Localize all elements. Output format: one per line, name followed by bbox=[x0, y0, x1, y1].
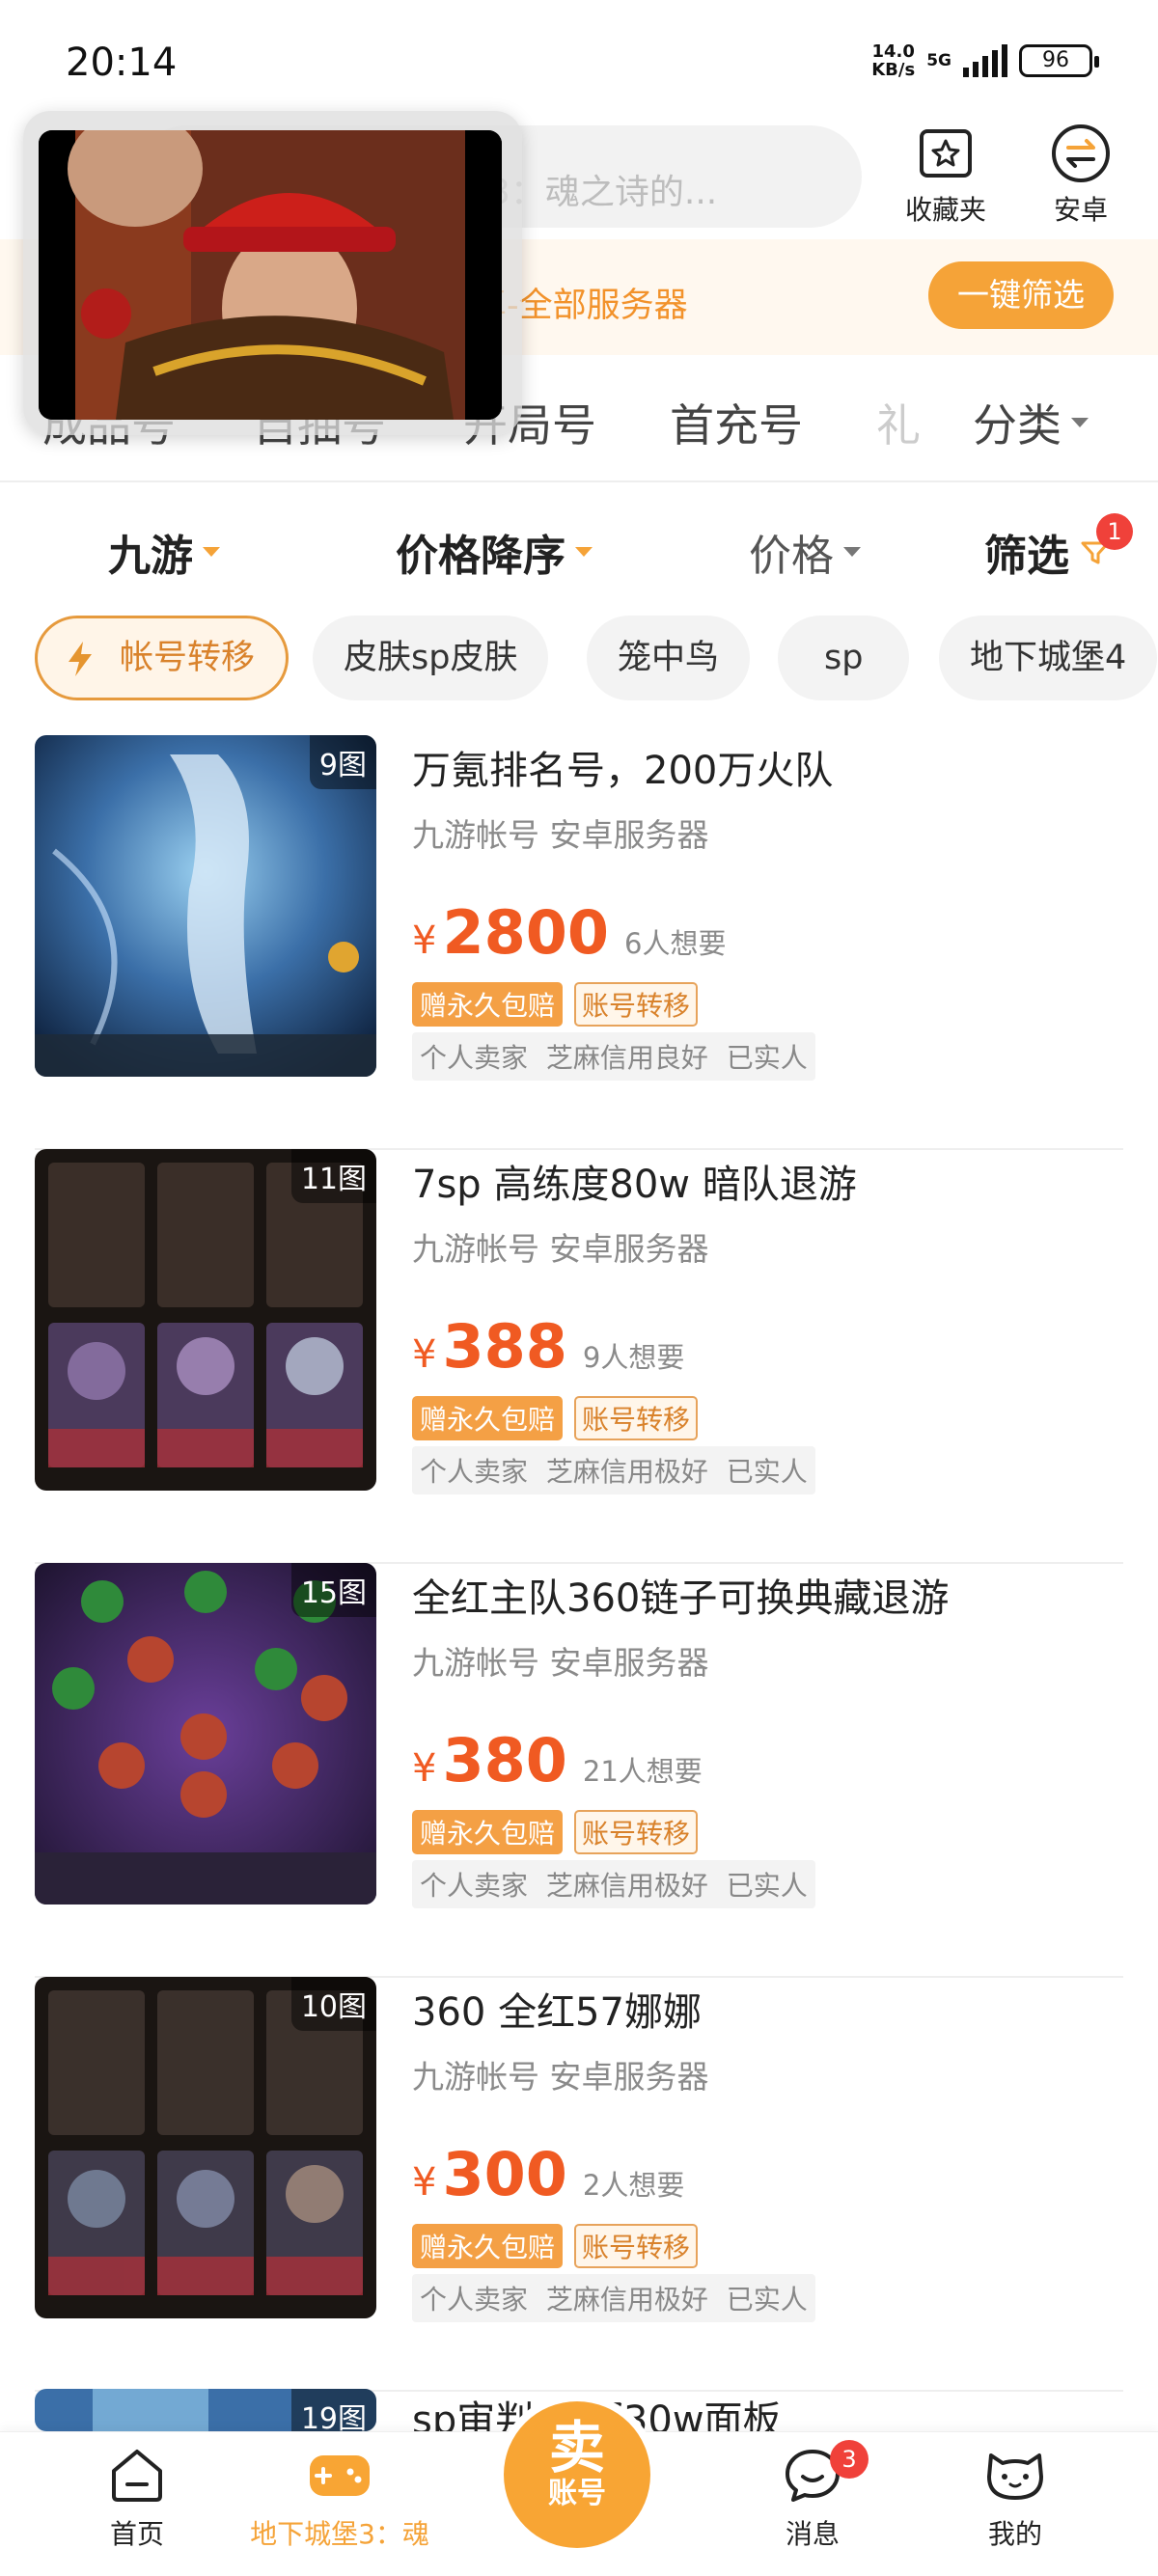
filter-sort[interactable]: 筛选 bbox=[984, 521, 1112, 583]
star-folder-icon bbox=[920, 129, 972, 178]
listing-title: 全红主队360链子可换典藏退游 bbox=[412, 1576, 950, 1621]
sell-account-button[interactable]: 卖 账号 bbox=[504, 2401, 650, 2548]
signal-icon bbox=[963, 44, 1007, 77]
video-frame bbox=[39, 130, 502, 420]
listing-subtitle: 九游帐号 安卓服务器 bbox=[412, 816, 709, 854]
category-dropdown[interactable]: 分类 bbox=[973, 391, 1089, 454]
image-count-badge: 15图 bbox=[290, 1563, 376, 1617]
listing-thumbnail: 10图 bbox=[35, 1977, 376, 2318]
transfer-tag: 账号转移 bbox=[574, 2224, 699, 2268]
listing-title: 360 全红57娜娜 bbox=[412, 1990, 702, 2035]
guarantee-tag: 赠永久包赔 bbox=[412, 2224, 564, 2268]
nav-messages[interactable]: 消息 3 bbox=[716, 2440, 909, 2552]
status-indicators: 14.0 KB/s 5G 96 bbox=[871, 41, 1099, 80]
lightning-icon bbox=[69, 642, 92, 676]
filter-count-badge: 1 bbox=[1096, 513, 1133, 550]
sort-bar: 九游 价格降序 价格 筛选 1 bbox=[0, 492, 1158, 608]
image-count-badge: 19图 bbox=[290, 2389, 376, 2431]
listing-item[interactable]: 11图 7sp 高练度80w 暗队退游 九游帐号 安卓服务器 ¥ 388 9人想… bbox=[0, 1149, 1158, 1564]
listing-subtitle: 九游帐号 安卓服务器 bbox=[412, 1644, 709, 1682]
listing-tags: 赠永久包赔 账号转移 bbox=[412, 982, 699, 1027]
listing-subtitle: 九游帐号 安卓服务器 bbox=[412, 2058, 709, 2096]
nav-game[interactable]: 地下城堡3：魂 bbox=[243, 2444, 436, 2552]
listing-item[interactable]: 10图 360 全红57娜娜 九游帐号 安卓服务器 ¥ 300 2人想要 赠永久… bbox=[0, 1977, 1158, 2392]
chip-dungeon-castle-4[interactable]: 地下城堡4 bbox=[939, 616, 1158, 700]
messages-badge: 3 bbox=[830, 2440, 868, 2479]
gamepad-icon bbox=[310, 2455, 370, 2496]
nav-mine-label: 我的 bbox=[987, 2518, 1042, 2550]
wants-count: 9人想要 bbox=[582, 1341, 685, 1374]
guarantee-tag: 赠永久包赔 bbox=[412, 982, 564, 1027]
platform-label: 安卓 bbox=[1053, 194, 1108, 226]
wants-count: 21人想要 bbox=[582, 1755, 703, 1788]
platform-sort[interactable]: 九游 bbox=[108, 521, 220, 583]
video-thumbnail bbox=[39, 130, 502, 420]
chip-skin[interactable]: 皮肤sp皮肤 bbox=[313, 616, 549, 700]
category-dropdown-label: 分类 bbox=[973, 399, 1062, 452]
nav-messages-label: 消息 bbox=[785, 2518, 840, 2550]
listing-price: ¥ 380 21人想要 bbox=[412, 1725, 703, 1795]
listing-item[interactable]: 9图 万氪排名号，200万火队 九游帐号 安卓服务器 ¥ 2800 6人想要 赠… bbox=[0, 735, 1158, 1150]
battery-icon: 96 bbox=[1019, 44, 1099, 77]
listing-title: 万氪排名号，200万火队 bbox=[412, 749, 834, 793]
tab-gift[interactable]: 礼 bbox=[876, 391, 921, 454]
seller-meta: 个人卖家 芝麻信用极好 已实人 bbox=[412, 2274, 815, 2322]
home-icon bbox=[112, 2450, 162, 2502]
price-sort[interactable]: 价格 bbox=[749, 521, 861, 583]
image-count-badge: 10图 bbox=[290, 1977, 376, 2031]
listing-price: ¥ 2800 6人想要 bbox=[412, 897, 727, 968]
switch-icon bbox=[1052, 124, 1110, 182]
caret-down-icon bbox=[203, 547, 220, 557]
listing-title: 7sp 高练度80w 暗队退游 bbox=[412, 1163, 857, 1207]
listing-thumbnail: 15图 bbox=[35, 1563, 376, 1905]
transfer-tag: 账号转移 bbox=[574, 1396, 699, 1440]
chip-sp[interactable]: sp bbox=[778, 616, 910, 700]
network-type: 5G bbox=[926, 51, 951, 70]
nav-mine[interactable]: 我的 bbox=[919, 2444, 1112, 2552]
listing-tags: 赠永久包赔 账号转移 bbox=[412, 1396, 699, 1440]
favorites-button[interactable]: 收藏夹 bbox=[888, 123, 1004, 228]
network-speed: 14.0 KB/s bbox=[871, 41, 916, 80]
seller-meta: 个人卖家 芝麻信用良好 已实人 bbox=[412, 1032, 815, 1081]
floating-video-player[interactable] bbox=[23, 111, 522, 435]
caret-down-icon bbox=[575, 547, 593, 557]
nav-home-label: 首页 bbox=[109, 2518, 164, 2550]
wants-count: 2人想要 bbox=[582, 2169, 685, 2202]
nav-home[interactable]: 首页 bbox=[41, 2444, 234, 2552]
chip-account-transfer[interactable]: 帐号转移 bbox=[35, 616, 290, 700]
listing-thumbnail: 11图 bbox=[35, 1149, 376, 1491]
listing-price: ¥ 300 2人想要 bbox=[412, 2139, 685, 2209]
listing-thumbnail: 19图 bbox=[35, 2389, 376, 2431]
transfer-tag: 账号转移 bbox=[574, 982, 699, 1027]
quick-filter-button[interactable]: 一键筛选 bbox=[928, 261, 1114, 329]
listing-tags: 赠永久包赔 账号转移 bbox=[412, 2224, 699, 2268]
price-order-sort[interactable]: 价格降序 bbox=[396, 521, 593, 583]
guarantee-tag: 赠永久包赔 bbox=[412, 1396, 564, 1440]
listing-price: ¥ 388 9人想要 bbox=[412, 1311, 685, 1382]
listing-tags: 赠永久包赔 账号转移 bbox=[412, 1810, 699, 1854]
caret-down-icon bbox=[843, 547, 861, 557]
favorites-label: 收藏夹 bbox=[904, 194, 986, 226]
quick-filter-chips: 帐号转移 皮肤sp皮肤 笼中鸟 sp 地下城堡4 bbox=[0, 614, 1158, 702]
listing-thumbnail: 9图 bbox=[35, 735, 376, 1077]
listing-item[interactable]: 15图 全红主队360链子可换典藏退游 九游帐号 安卓服务器 ¥ 380 21人… bbox=[0, 1563, 1158, 1978]
platform-switch-button[interactable]: 安卓 bbox=[1023, 123, 1139, 228]
image-count-badge: 11图 bbox=[290, 1149, 376, 1203]
bottom-nav: 首页 地下城堡3：魂 卖 账号 消息 3 我的 bbox=[0, 2401, 1158, 2576]
guarantee-tag: 赠永久包赔 bbox=[412, 1810, 564, 1854]
chevron-down-icon bbox=[1071, 418, 1089, 427]
seller-meta: 个人卖家 芝麻信用极好 已实人 bbox=[412, 1446, 815, 1494]
cat-face-icon bbox=[987, 2453, 1043, 2500]
transfer-tag: 账号转移 bbox=[574, 1810, 699, 1854]
chip-caged-bird[interactable]: 笼中鸟 bbox=[587, 616, 751, 700]
nav-game-label: 地下城堡3：魂 bbox=[250, 2518, 429, 2550]
tab-first-recharge-account[interactable]: 首充号 bbox=[670, 391, 803, 454]
status-time: 20:14 bbox=[66, 41, 178, 85]
wants-count: 6人想要 bbox=[624, 927, 727, 960]
image-count-badge: 9图 bbox=[309, 735, 376, 789]
status-bar: 20:14 14.0 KB/s 5G 96 bbox=[0, 0, 1158, 125]
seller-meta: 个人卖家 芝麻信用极好 已实人 bbox=[412, 1860, 815, 1908]
listing-subtitle: 九游帐号 安卓服务器 bbox=[412, 1230, 709, 1268]
